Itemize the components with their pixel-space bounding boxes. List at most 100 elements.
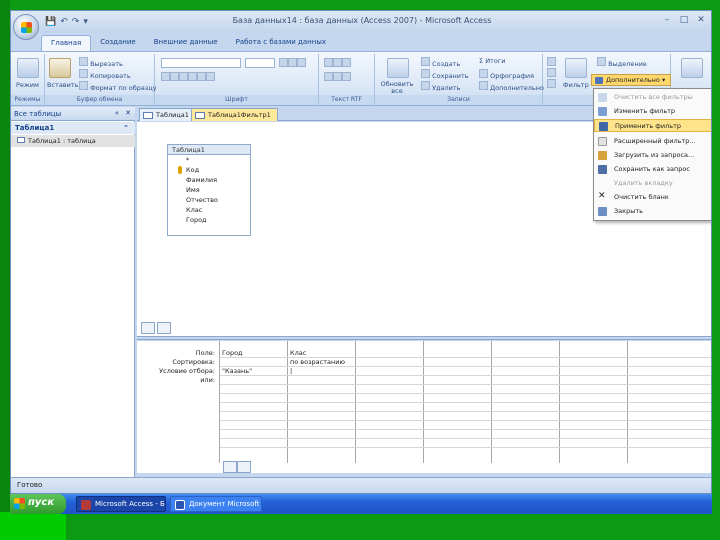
tab-create[interactable]: Создание [91,35,144,51]
qbe-field-cell-1[interactable]: Город [222,349,243,357]
field-imya[interactable]: Имя [168,185,250,195]
group-richtext: Текст RTF [319,54,375,105]
tab-database-tools[interactable]: Работа с базами данных [227,35,335,51]
task-word[interactable]: Документ Microsoft ... [170,496,262,512]
close-button[interactable]: ✕ [693,14,709,27]
format-painter-button[interactable]: Формат по образцу [79,81,157,92]
field-klas[interactable]: Клас [168,205,250,215]
qbe-criteria-cell-2[interactable]: | [290,367,292,375]
highlight-icon[interactable] [342,72,351,81]
field-list-title[interactable]: Таблица1 [168,145,250,155]
pane-splitter[interactable] [137,336,711,340]
align-center-icon[interactable] [288,58,297,67]
window-title: База данных14 : база данных (Access 2007… [232,16,492,25]
edit-filter-icon [598,107,607,116]
gridlines-icon[interactable] [206,72,215,81]
menu-advanced-filter[interactable]: Расширенный фильтр... [594,135,711,148]
align-left-icon[interactable] [279,58,288,67]
undo-icon[interactable]: ↶ [60,17,68,27]
menu-delete-tab[interactable]: Удалить вкладку [594,177,711,190]
spelling-button[interactable]: Орфография [479,69,534,80]
nav-group-header[interactable]: Таблица1 ⌃ [11,122,135,134]
numbering-icon[interactable] [333,72,342,81]
redo-icon[interactable]: ↷ [72,17,80,27]
italic-icon[interactable] [170,72,179,81]
office-button[interactable] [13,14,39,40]
filter-icon[interactable] [565,58,587,78]
tab-home[interactable]: Главная [41,35,92,51]
field-gorod[interactable]: Город [168,215,250,225]
paste-button[interactable]: Вставить [47,81,78,89]
nav-pane-close-icon[interactable]: ✕ [125,109,131,117]
advanced-filter-dropdown[interactable]: Дополнительно ▾ [591,74,671,86]
menu-apply-filter[interactable]: Применить фильтр [594,119,711,132]
collapse-icon[interactable]: ⌃ [123,124,129,132]
new-record-button[interactable]: Создать [421,57,460,68]
task-access[interactable]: Microsoft Access - Ба... [76,496,166,512]
qbe-sort-cell-2[interactable]: по возрастанию [290,358,345,366]
find-icon[interactable] [681,58,703,78]
field-familiya[interactable]: Фамилия [168,175,250,185]
bold-icon[interactable] [161,72,170,81]
apply-filter-icon [599,122,608,131]
minimize-button[interactable]: – [659,14,675,27]
save-record-button[interactable]: Сохранить [421,69,469,80]
upper-scroll-left[interactable] [141,322,155,334]
cut-button[interactable]: Вырезать [79,57,123,68]
lower-scroll-left[interactable] [223,461,237,473]
save-icon[interactable]: 💾 [45,17,56,27]
menu-edit-filter[interactable]: Изменить фильтр [594,105,711,118]
refresh-all-button[interactable]: Обновить все [377,81,417,95]
maximize-button[interactable]: □ [676,14,692,27]
increase-indent-icon[interactable] [333,58,342,67]
underline-icon[interactable] [179,72,188,81]
tab-external-data[interactable]: Внешние данные [145,35,227,51]
align-right-icon[interactable] [297,58,306,67]
menu-load-from-query[interactable]: Загрузить из запроса... [594,149,711,162]
access-app-icon [81,500,91,510]
upper-scroll-box[interactable] [157,322,171,334]
menu-clear-grid[interactable]: ✕ Очистить бланк [594,191,711,204]
refresh-all-icon[interactable] [387,58,409,78]
nav-pane-header[interactable]: Все таблицы « ✕ [11,107,135,121]
customize-qat-icon[interactable]: ▾ [83,17,88,27]
view-button-label[interactable]: Режим [16,81,39,89]
sort-desc-icon[interactable] [547,68,556,77]
qbe-criteria-cell-1[interactable]: "Казань" [222,367,252,375]
nav-pane-menu-icon[interactable]: « [115,109,119,117]
status-bar: Готово [11,477,711,493]
menu-close[interactable]: Закрыть [594,205,711,218]
clear-sort-icon[interactable] [547,79,556,88]
field-kod[interactable]: Код [168,165,250,175]
fill-color-icon[interactable] [197,72,206,81]
delete-record-button[interactable]: Удалить [421,81,461,92]
rtl-icon[interactable] [342,58,351,67]
view-icon[interactable] [17,58,39,78]
qbe-field-cell-2[interactable]: Клас [290,349,306,357]
grid-line [220,429,711,430]
decrease-indent-icon[interactable] [324,58,333,67]
font-color-icon[interactable] [188,72,197,81]
menu-save-as-query[interactable]: Сохранить как запрос [594,163,711,176]
font-name-select[interactable] [161,58,241,68]
field-otchestvo[interactable]: Отчество [168,195,250,205]
doc-tab-filter[interactable]: Таблица1Фильтр1 [191,108,278,121]
grid-line [220,402,711,403]
bullets-icon[interactable] [324,72,333,81]
doc-tab-table1[interactable]: Таблица1 [139,108,196,121]
field-all[interactable]: * [168,155,250,165]
copy-button[interactable]: Копировать [79,69,131,80]
lower-scroll-box[interactable] [237,461,251,473]
menu-clear-all-filters[interactable]: Очистить все фильтры [594,91,711,104]
grid-line [220,393,711,394]
selection-button[interactable]: Выделение [597,57,647,68]
filter-button[interactable]: Фильтр [563,81,589,89]
totals-button[interactable]: Σ Итоги [479,57,505,65]
font-size-select[interactable] [245,58,275,68]
start-button[interactable]: пуск [10,494,66,514]
field-list-table1[interactable]: Таблица1 * Код Фамилия Имя Отчество Клас… [167,144,251,236]
paste-icon[interactable] [49,58,71,78]
more-records-button[interactable]: Дополнительно [479,81,544,92]
sort-asc-icon[interactable] [547,57,556,66]
nav-item-table1[interactable]: Таблица1 : таблица [11,135,135,147]
